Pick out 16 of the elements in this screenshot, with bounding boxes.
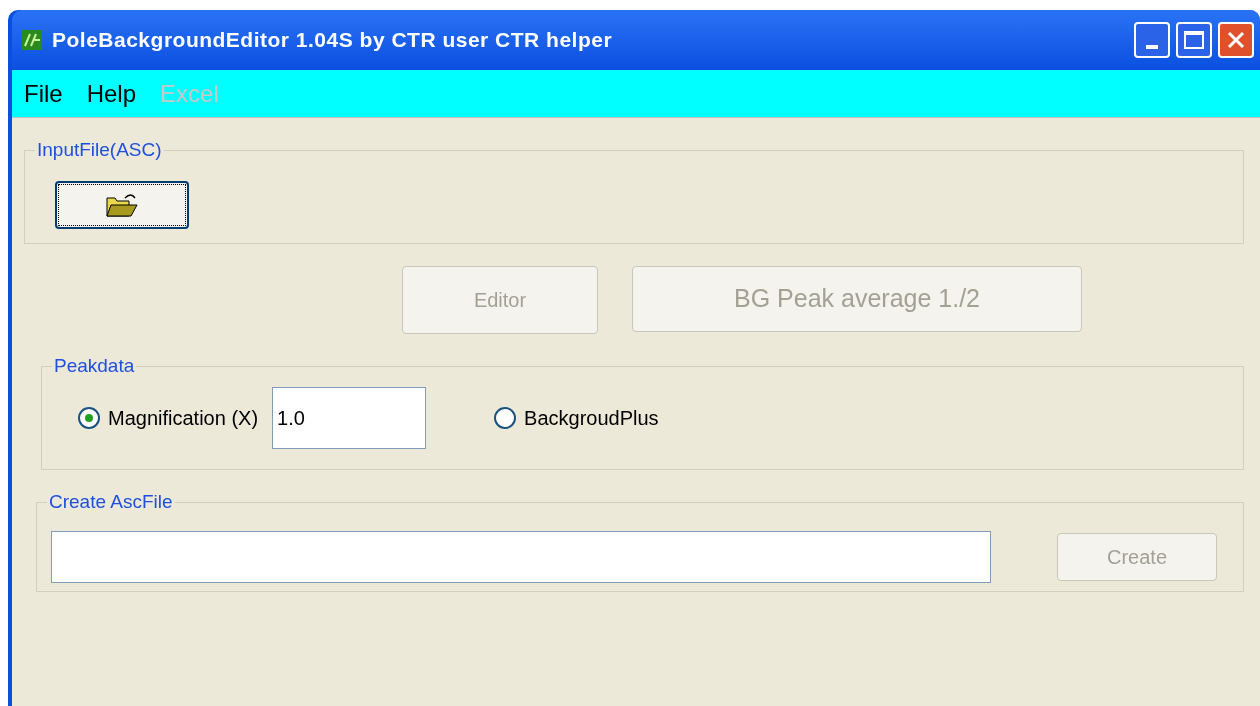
close-button[interactable] (1218, 22, 1254, 58)
radio-button[interactable] (494, 407, 517, 429)
maximize-button[interactable] (1176, 22, 1212, 58)
app-icon (22, 30, 42, 50)
radio-button[interactable] (78, 407, 100, 429)
open-file-button[interactable] (55, 181, 189, 229)
close-icon (1226, 30, 1246, 50)
menu-item[interactable]: File (24, 75, 63, 112)
window-title: PoleBackgroundEditor 1.04S by CTR user CTR helper (52, 27, 613, 54)
output-file-field[interactable] (51, 531, 991, 583)
menu-item[interactable]: Help (86, 75, 137, 112)
minimize-button[interactable] (1134, 22, 1170, 58)
magnification-field[interactable]: 1.0 (272, 387, 427, 449)
folder-icon (105, 192, 139, 218)
radio-option[interactable]: BackgroudPlus (494, 403, 659, 433)
radio-option[interactable]: Magnification (X) (78, 403, 259, 433)
